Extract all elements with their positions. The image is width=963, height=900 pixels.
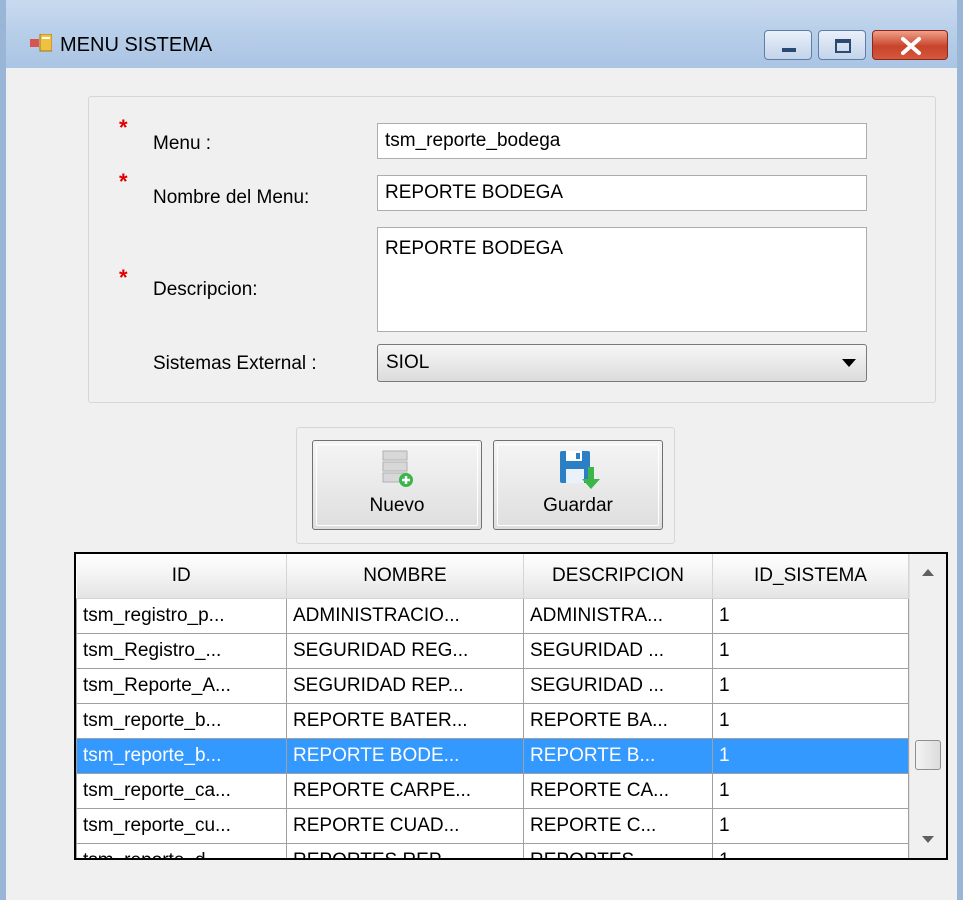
cell-nombre[interactable]: REPORTE CARPE... xyxy=(286,773,524,809)
nuevo-button[interactable]: Nuevo xyxy=(312,440,482,530)
table-row[interactable]: tsm_Reporte_A... SEGURIDAD REP... SEGURI… xyxy=(76,668,909,704)
cell-id[interactable]: tsm_reporte_ca... xyxy=(76,773,287,809)
client-area: * Menu : tsm_reporte_bodega * Nombre del… xyxy=(12,68,957,900)
table-row-selected[interactable]: tsm_reporte_b... REPORTE BODE... REPORTE… xyxy=(76,738,909,774)
cell-id[interactable]: tsm_reporte_b... xyxy=(76,703,287,739)
cell-id-sistema[interactable]: 1 xyxy=(712,738,909,774)
cell-id-sistema[interactable]: 1 xyxy=(712,773,909,809)
table-row[interactable]: tsm_reporte_ca... REPORTE CARPE... REPOR… xyxy=(76,773,909,809)
cell-descripcion[interactable]: SEGURIDAD ... xyxy=(523,668,713,704)
cell-descripcion[interactable]: REPORTE B... xyxy=(523,738,713,774)
cell-descripcion[interactable]: SEGURIDAD ... xyxy=(523,633,713,669)
form-panel: * Menu : tsm_reporte_bodega * Nombre del… xyxy=(88,96,936,403)
column-header[interactable]: NOMBRE xyxy=(286,554,524,599)
nuevo-label: Nuevo xyxy=(369,495,425,516)
menu-data-grid[interactable]: ID NOMBRE DESCRIPCION ID_SISTEMA tsm_reg… xyxy=(74,552,948,860)
close-icon xyxy=(901,37,921,55)
cell-id[interactable]: tsm_registro_p... xyxy=(76,598,287,634)
cell-descripcion[interactable]: REPORTES ... xyxy=(523,843,713,858)
app-icon xyxy=(30,34,52,52)
descripcion-label: Descripcion: xyxy=(153,279,258,300)
table-row[interactable]: tsm_registro_p... ADMINISTRACIO... ADMIN… xyxy=(76,598,909,634)
required-marker: * xyxy=(119,265,128,290)
sistemas-select[interactable]: SIOL xyxy=(377,344,867,382)
cell-id[interactable]: tsm_reporte_b... xyxy=(76,738,287,774)
app-window: MENU SISTEMA * Menu : tsm_reporte_bodega… xyxy=(0,0,963,900)
grid-table: ID NOMBRE DESCRIPCION ID_SISTEMA tsm_reg… xyxy=(76,554,909,858)
new-record-icon xyxy=(382,450,413,487)
cell-nombre[interactable]: REPORTE CUAD... xyxy=(286,808,524,844)
save-icon xyxy=(560,451,600,489)
cell-id[interactable]: tsm_reporte_cu... xyxy=(76,808,287,844)
title-bar[interactable]: MENU SISTEMA xyxy=(6,0,957,68)
minimize-icon xyxy=(782,48,796,52)
table-row[interactable]: tsm_reporte_d... REPORTES REP... REPORTE… xyxy=(76,843,909,858)
cell-id-sistema[interactable]: 1 xyxy=(712,808,909,844)
cell-nombre[interactable]: SEGURIDAD REG... xyxy=(286,633,524,669)
cell-nombre[interactable]: REPORTE BODE... xyxy=(286,738,524,774)
table-row[interactable]: tsm_Registro_... SEGURIDAD REG... SEGURI… xyxy=(76,633,909,669)
sistemas-selected-value: SIOL xyxy=(386,352,430,373)
cell-nombre[interactable]: REPORTES REP... xyxy=(286,843,524,858)
cell-id[interactable]: tsm_Registro_... xyxy=(76,633,287,669)
maximize-button[interactable] xyxy=(818,30,866,60)
cell-id[interactable]: tsm_Reporte_A... xyxy=(76,668,287,704)
window-title: MENU SISTEMA xyxy=(60,34,213,56)
cell-descripcion[interactable]: REPORTE BA... xyxy=(523,703,713,739)
cell-id[interactable]: tsm_reporte_d... xyxy=(76,843,287,858)
nombre-input[interactable]: REPORTE BODEGA xyxy=(377,175,867,211)
table-row[interactable]: tsm_reporte_cu... REPORTE CUAD... REPORT… xyxy=(76,808,909,844)
cell-id-sistema[interactable]: 1 xyxy=(712,703,909,739)
cell-descripcion[interactable]: REPORTE C... xyxy=(523,808,713,844)
sistemas-label: Sistemas External : xyxy=(153,353,317,374)
scroll-down-icon[interactable] xyxy=(910,826,946,854)
cell-descripcion[interactable]: ADMINISTRA... xyxy=(523,598,713,634)
scrollbar-thumb[interactable] xyxy=(915,740,941,770)
chevron-down-icon xyxy=(842,359,856,367)
menu-label: Menu : xyxy=(153,133,212,154)
actions-panel: Nuevo Guardar xyxy=(296,427,675,544)
nombre-label: Nombre del Menu: xyxy=(153,187,310,208)
guardar-label: Guardar xyxy=(543,495,613,516)
scroll-up-icon[interactable] xyxy=(910,558,946,586)
cell-descripcion[interactable]: REPORTE CA... xyxy=(523,773,713,809)
guardar-button[interactable]: Guardar xyxy=(493,440,663,530)
required-marker: * xyxy=(119,115,128,140)
column-header[interactable]: DESCRIPCION xyxy=(523,554,713,599)
cell-id-sistema[interactable]: 1 xyxy=(712,843,909,858)
close-button[interactable] xyxy=(872,30,948,60)
descripcion-textarea[interactable]: REPORTE BODEGA xyxy=(377,227,867,332)
vertical-scrollbar[interactable] xyxy=(909,554,946,858)
menu-input[interactable]: tsm_reporte_bodega xyxy=(377,123,867,159)
maximize-icon xyxy=(835,39,851,53)
cell-id-sistema[interactable]: 1 xyxy=(712,598,909,634)
table-row[interactable]: tsm_reporte_b... REPORTE BATER... REPORT… xyxy=(76,703,909,739)
cell-id-sistema[interactable]: 1 xyxy=(712,633,909,669)
minimize-button[interactable] xyxy=(764,30,812,60)
column-header[interactable]: ID xyxy=(76,554,287,599)
cell-nombre[interactable]: REPORTE BATER... xyxy=(286,703,524,739)
column-header[interactable]: ID_SISTEMA xyxy=(712,554,909,599)
required-marker: * xyxy=(119,169,128,194)
cell-nombre[interactable]: SEGURIDAD REP... xyxy=(286,668,524,704)
cell-id-sistema[interactable]: 1 xyxy=(712,668,909,704)
cell-nombre[interactable]: ADMINISTRACIO... xyxy=(286,598,524,634)
